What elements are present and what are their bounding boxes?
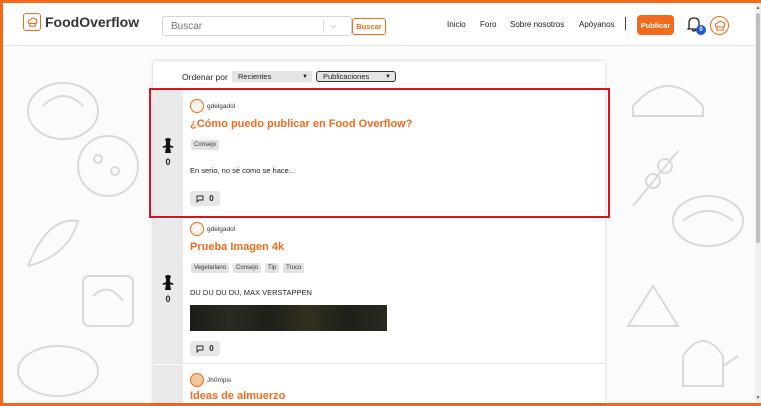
author-name: gdelgadol xyxy=(207,225,236,233)
nav-link-foro[interactable]: Foro xyxy=(480,20,496,29)
comments-button[interactable]: 0 xyxy=(190,341,220,356)
post-title[interactable]: Prueba Imagen 4k xyxy=(190,241,284,253)
nav-divider xyxy=(625,17,626,30)
chevron-down-icon: ▼ xyxy=(302,73,308,80)
notification-badge: 0 xyxy=(696,25,706,35)
scroll-up-arrow-icon[interactable]: ▲ xyxy=(755,5,761,11)
publish-button[interactable]: Publicar xyxy=(637,15,674,35)
doodle-pie-icon xyxy=(672,195,744,247)
scroll-down-arrow-icon[interactable]: ▼ xyxy=(755,395,761,401)
post-author[interactable]: gdelgadol xyxy=(190,222,235,236)
post-image[interactable] xyxy=(190,305,387,331)
sort-order-value: Recientes xyxy=(238,72,272,81)
author-avatar xyxy=(190,222,204,236)
post-title[interactable]: Ideas de almuerzo xyxy=(190,390,285,402)
sort-type-select[interactable]: Publicaciones ▼ xyxy=(316,71,396,82)
search-box: ⌵ xyxy=(162,16,352,36)
vote-column xyxy=(153,365,183,403)
author-name: Jh0mpis xyxy=(207,376,232,384)
sort-order-select[interactable]: Recientes ▼ xyxy=(232,71,312,82)
app-name: FoodOverflow xyxy=(45,14,140,30)
post-tag[interactable]: Consejo xyxy=(233,263,262,273)
doodle-bread-icon xyxy=(632,85,704,117)
vote-column: 0 xyxy=(153,219,183,363)
search-input[interactable] xyxy=(163,20,323,32)
nav-link-inicio[interactable]: Inicio xyxy=(447,20,466,29)
chef-hat-logo-icon xyxy=(23,13,41,31)
scroll-thumb[interactable] xyxy=(756,13,760,243)
nav-link-apoyanos[interactable]: Apóyanos xyxy=(579,20,615,29)
app-logo[interactable]: FoodOverflow xyxy=(23,13,139,31)
chef-vote-icon[interactable] xyxy=(160,275,176,291)
doodle-teapot-icon xyxy=(682,340,739,387)
selection-highlight xyxy=(149,88,610,218)
doodle-plate-icon xyxy=(17,345,99,397)
post-card[interactable]: Jh0mpis Ideas de almuerzo xyxy=(153,365,605,403)
post-tag[interactable]: Truco xyxy=(283,263,305,273)
chevron-down-icon[interactable]: ⌵ xyxy=(324,21,342,31)
comment-count: 0 xyxy=(209,344,214,353)
chevron-down-icon: ▼ xyxy=(385,73,391,80)
author-avatar xyxy=(190,373,204,387)
post-tags: Vegetariano Consejo Tip Truco xyxy=(191,263,305,273)
post-tag[interactable]: Tip xyxy=(265,263,280,273)
sort-type-value: Publicaciones xyxy=(323,72,370,81)
post-author[interactable]: Jh0mpis xyxy=(190,373,231,387)
search-button[interactable]: Buscar xyxy=(352,18,386,35)
user-avatar[interactable] xyxy=(710,16,729,35)
doodle-jar-icon xyxy=(82,275,134,327)
top-navbar: FoodOverflow ⌵ Buscar Inicio Foro Sobre … xyxy=(3,3,755,46)
sort-label: Ordenar por xyxy=(182,72,228,82)
sort-bar: Ordenar por Recientes ▼ Publicaciones ▼ xyxy=(153,61,605,89)
doodle-cookie-icon xyxy=(77,135,139,197)
vote-count: 0 xyxy=(165,294,171,304)
post-body: DU DU DU DU, MAX VERSTAPPEN xyxy=(190,288,312,297)
post-card[interactable]: 0 gdelgadol Prueba Imagen 4k Vegetariano… xyxy=(153,219,605,364)
nav-link-sobre-nosotros[interactable]: Sobre nosotros xyxy=(510,20,564,29)
page-scrollbar[interactable]: ▲ ▼ xyxy=(755,3,761,403)
comment-icon xyxy=(196,345,204,353)
post-tag[interactable]: Vegetariano xyxy=(191,263,230,273)
